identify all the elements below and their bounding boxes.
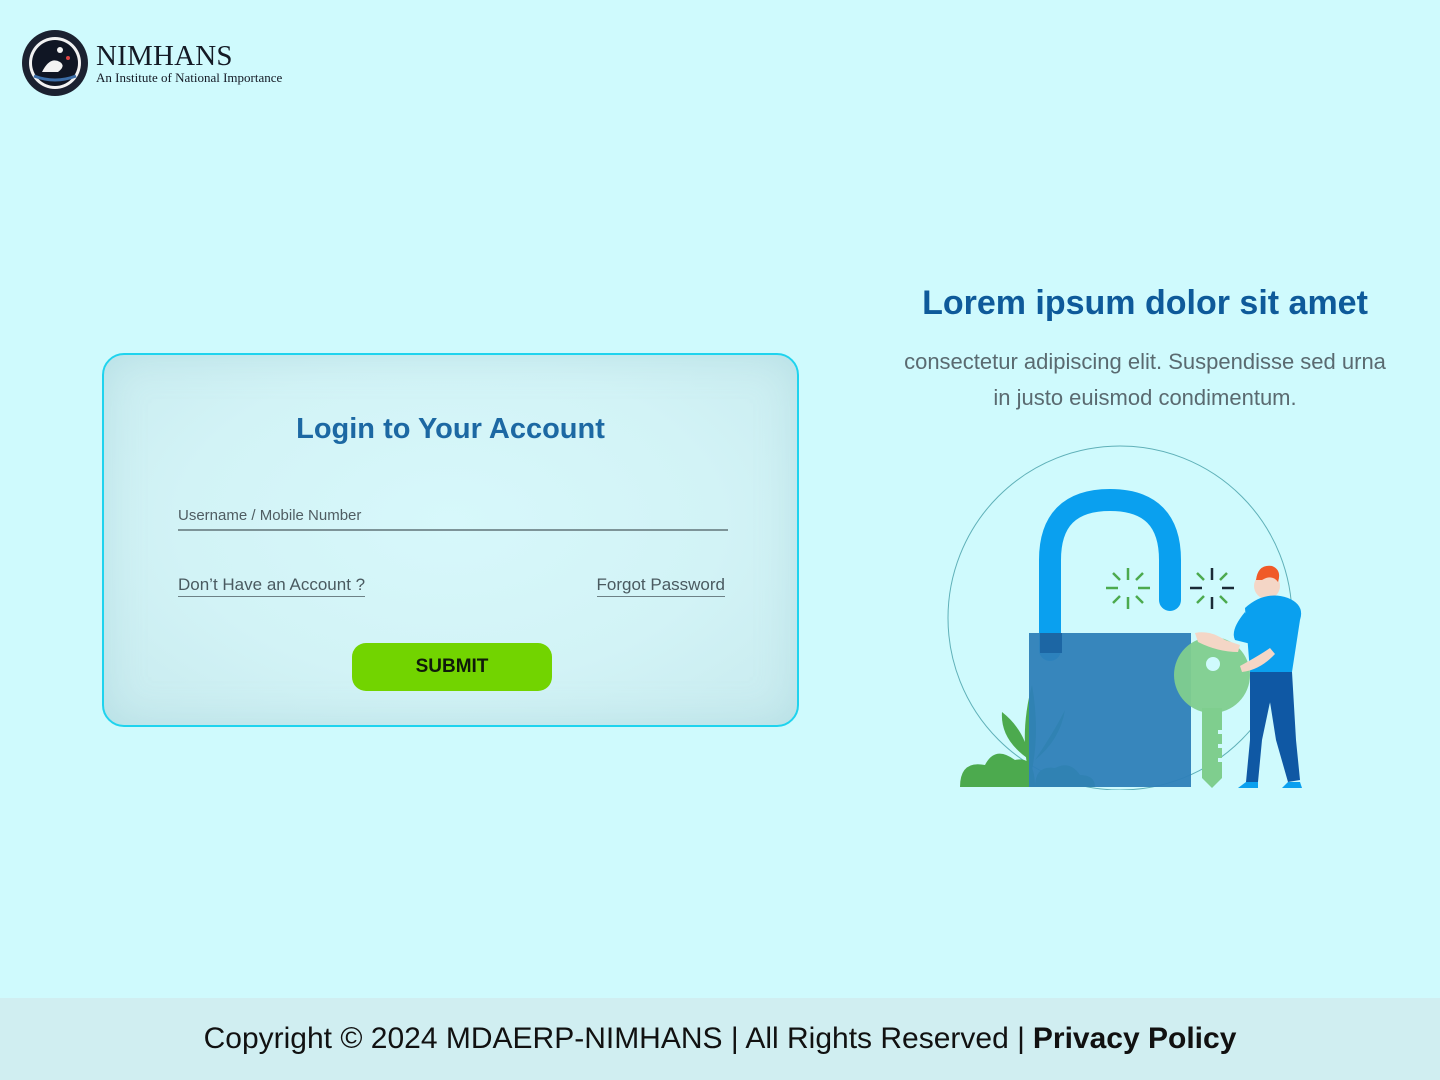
forgot-password-link[interactable]: Forgot Password: [596, 575, 725, 597]
login-card: Login to Your Account Don’t Have an Acco…: [102, 353, 799, 727]
brand-logo[interactable]: NIMHANS An Institute of National Importa…: [20, 28, 282, 98]
brand-subtitle: An Institute of National Importance: [96, 70, 283, 85]
signup-link[interactable]: Don’t Have an Account ?: [178, 575, 366, 597]
footer: Copyright © 2024 MDAERP-NIMHANS | All Ri…: [0, 998, 1440, 1080]
nimhans-seal-icon: [22, 30, 88, 96]
promo-title: Lorem ipsum dolor sit amet: [922, 284, 1368, 322]
username-input[interactable]: [178, 501, 728, 529]
username-field-wrapper: [178, 501, 728, 531]
unlock-padlock-key-icon: [947, 445, 1302, 790]
privacy-policy-link[interactable]: Privacy Policy: [1033, 1022, 1236, 1056]
copyright-text: Copyright © 2024 MDAERP-NIMHANS | All Ri…: [203, 1022, 1025, 1055]
login-title: Login to Your Account: [296, 413, 605, 445]
submit-button[interactable]: SUBMIT: [352, 643, 552, 691]
brand-name: NIMHANS: [96, 40, 233, 72]
promo-text: consectetur adipiscing elit. Suspendisse…: [904, 349, 1386, 410]
